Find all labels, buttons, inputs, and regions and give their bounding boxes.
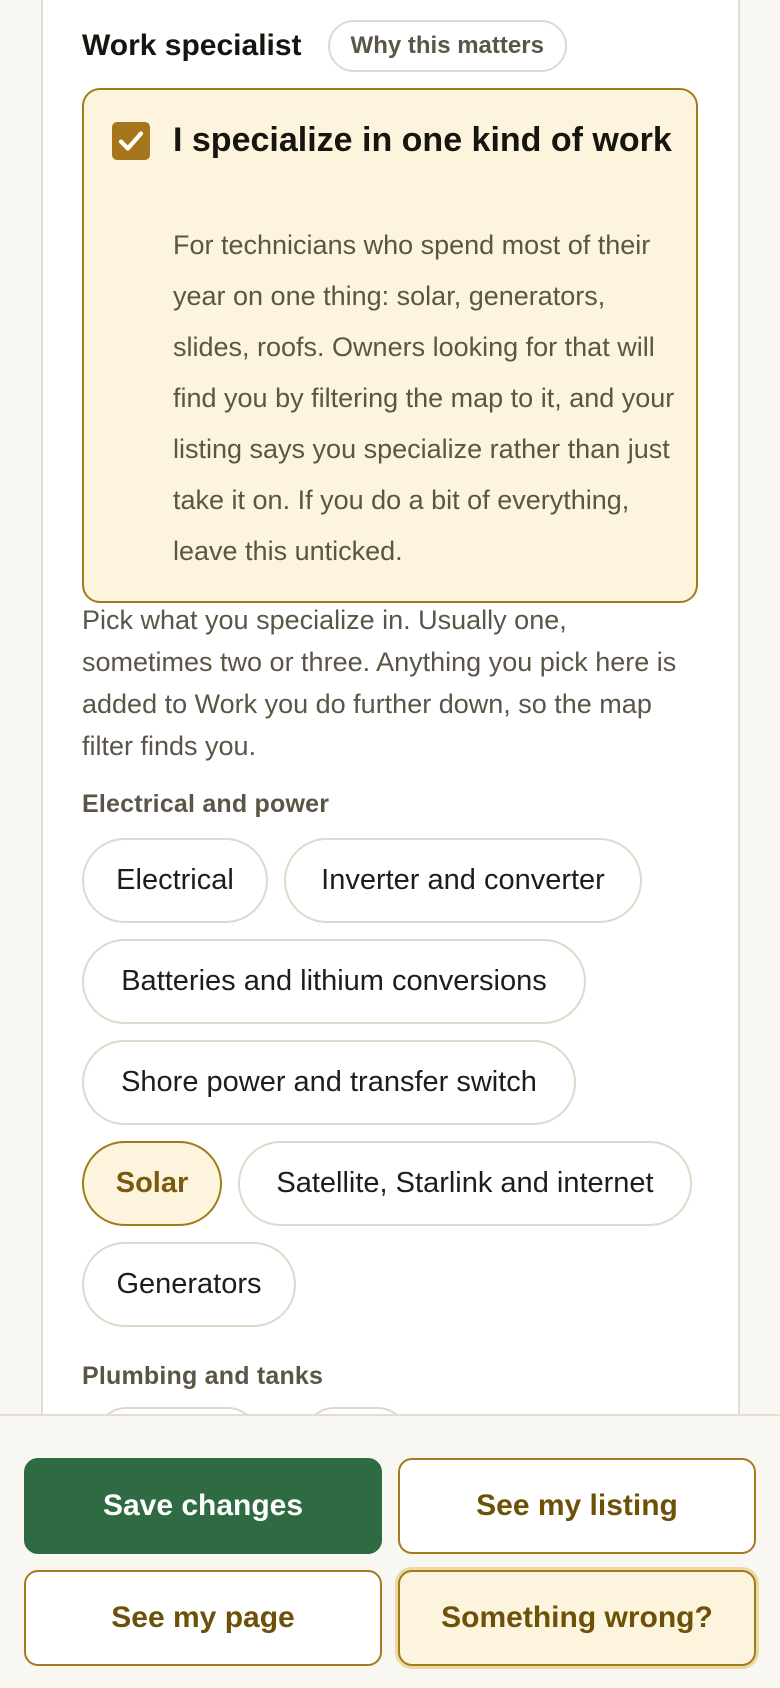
chip-batteries-lithium[interactable]: Batteries and lithium conversions: [82, 939, 586, 1024]
chip-inverter-converter[interactable]: Inverter and converter: [284, 838, 642, 923]
chip-solar[interactable]: Solar: [82, 1141, 222, 1226]
section-title: Work specialist: [82, 29, 302, 62]
chip-shore-power[interactable]: Shore power and transfer switch: [82, 1040, 576, 1125]
see-my-listing-button[interactable]: See my listing: [398, 1458, 756, 1554]
section-header: Work specialist Why this matters: [82, 20, 567, 72]
specialty-intro-text: Pick what you specialize in. Usually one…: [82, 605, 677, 761]
see-my-page-button[interactable]: See my page: [24, 1570, 382, 1666]
group-label-plumbing: Plumbing and tanks: [82, 1362, 324, 1390]
save-changes-button[interactable]: Save changes: [24, 1458, 382, 1554]
checkmark-icon: [118, 131, 144, 151]
action-footer: Save changes See my listing See my page …: [0, 1414, 780, 1688]
why-this-matters-button[interactable]: Why this matters: [327, 20, 567, 72]
group-label-electrical: Electrical and power: [82, 790, 330, 818]
specialist-card-title: I specialize in one kind of work: [173, 121, 672, 159]
chip-satellite-internet[interactable]: Satellite, Starlink and internet: [238, 1141, 692, 1226]
something-wrong-button[interactable]: Something wrong?: [398, 1570, 756, 1666]
chip-electrical[interactable]: Electrical: [82, 838, 268, 923]
page: Work specialist Why this matters I speci…: [0, 0, 780, 1688]
specialist-checkbox-card[interactable]: I specialize in one kind of work For tec…: [82, 88, 698, 603]
specialist-card-description: For technicians who spend most of their …: [173, 230, 675, 566]
chip-generators[interactable]: Generators: [82, 1242, 296, 1327]
specialist-checkbox[interactable]: [112, 122, 150, 160]
